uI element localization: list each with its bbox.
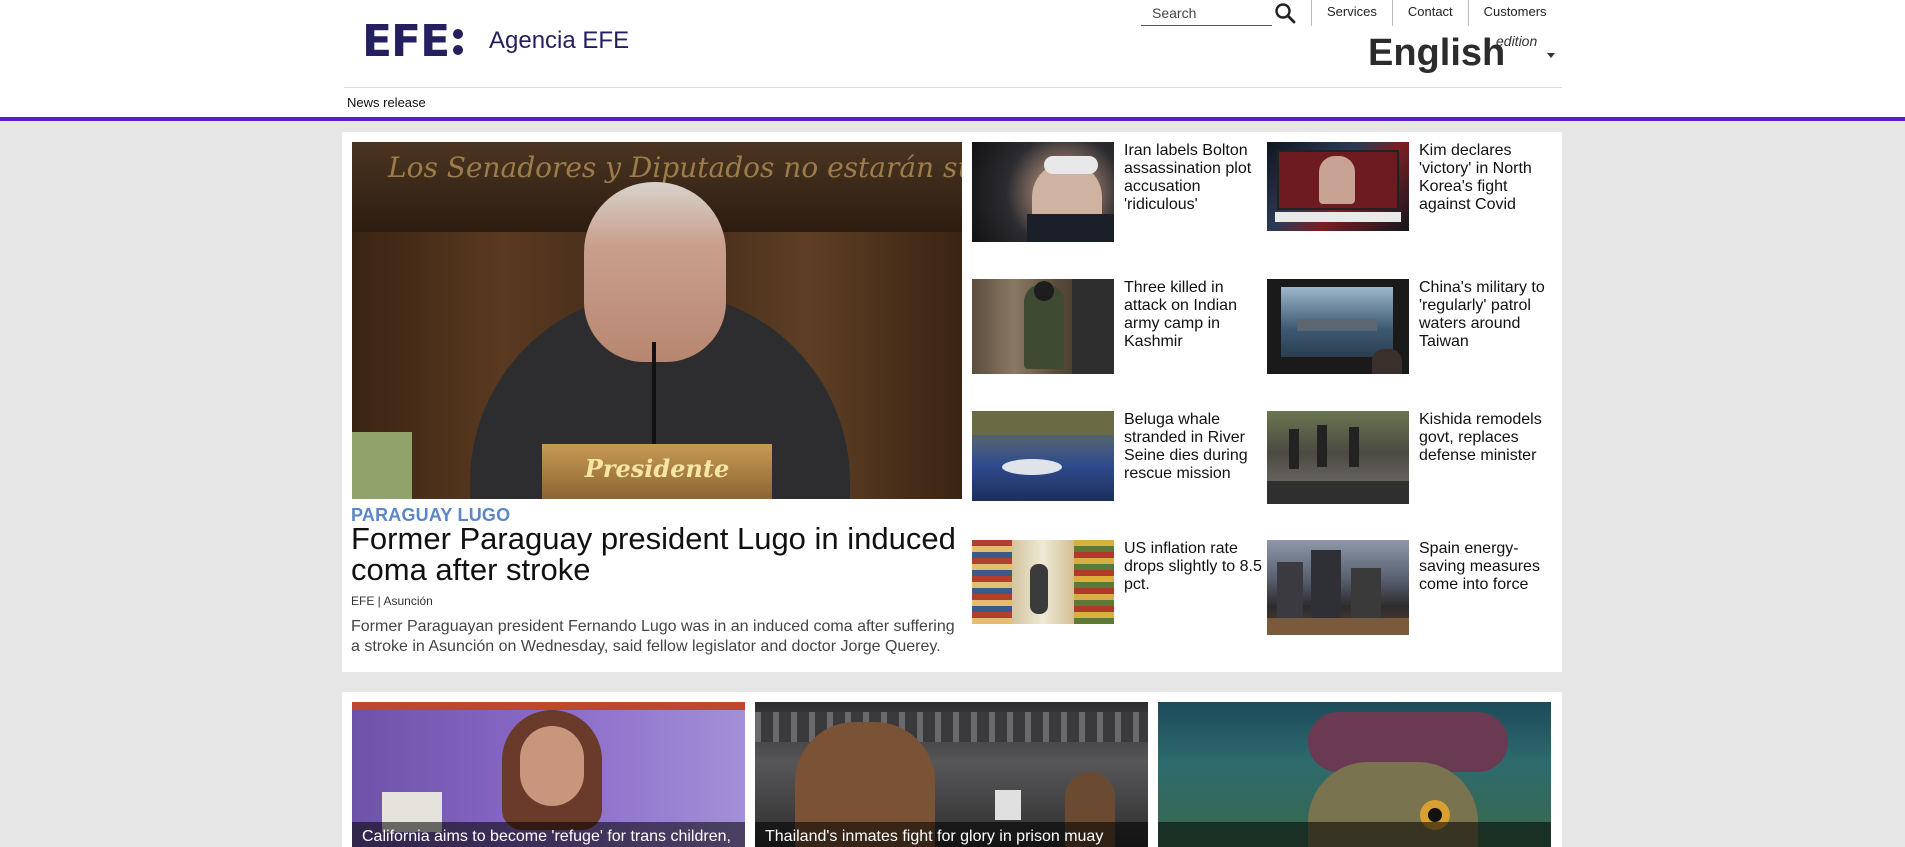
story-thumbnail[interactable] — [1267, 279, 1409, 374]
story-title[interactable]: Kim declares 'victory' in North Korea's … — [1419, 142, 1559, 214]
story-title[interactable]: Spain energy-saving measures come into f… — [1419, 540, 1559, 594]
story-item[interactable]: Three killed in attack on Indian army ca… — [972, 279, 1264, 374]
lead-headline[interactable]: Former Paraguay president Lugo in induce… — [351, 523, 961, 585]
story-thumbnail[interactable] — [1267, 540, 1409, 635]
story-item[interactable]: US inflation rate drops slightly to 8.5 … — [972, 540, 1264, 624]
image-banner-text: Los Senadores y Diputados no estarán suj… — [388, 151, 962, 184]
efe-logo[interactable]: EFE — [362, 16, 464, 67]
story-thumbnail[interactable] — [972, 411, 1114, 501]
story-thumbnail[interactable] — [1267, 142, 1409, 231]
logo-dots — [453, 29, 464, 55]
agency-name[interactable]: Agencia EFE — [489, 26, 629, 56]
story-title[interactable]: Beluga whale stranded in River Seine die… — [1124, 411, 1264, 483]
story-thumbnail[interactable] — [1267, 411, 1409, 504]
story-item[interactable]: Kishida remodels govt, replaces defense … — [1267, 411, 1559, 504]
story-item[interactable]: Kim declares 'victory' in North Korea's … — [1267, 142, 1559, 232]
header-divider — [344, 87, 1562, 88]
header-accent-line — [0, 117, 1905, 121]
image-plate-text: Presidente — [584, 454, 730, 483]
story-thumbnail[interactable] — [972, 142, 1114, 242]
story-title[interactable]: Three killed in attack on Indian army ca… — [1124, 279, 1264, 351]
story-thumbnail[interactable] — [972, 279, 1114, 374]
lead-byline: EFE | Asunción — [351, 594, 433, 608]
search-icon[interactable] — [1274, 2, 1296, 24]
story-item[interactable]: China's military to 'regularly' patrol w… — [1267, 279, 1559, 374]
lead-summary: Former Paraguayan president Fernando Lug… — [351, 618, 955, 655]
nav-contact[interactable]: Contact — [1391, 0, 1468, 26]
top-nav: Services Contact Customers — [1311, 0, 1562, 26]
video-card[interactable]: Thailand's inmates fight for glory in pr… — [755, 702, 1148, 847]
search-input[interactable] — [1141, 2, 1266, 24]
video-card[interactable] — [1158, 702, 1551, 847]
video-caption[interactable]: California aims to become 'refuge' for t… — [362, 828, 742, 846]
nav-services[interactable]: Services — [1311, 0, 1392, 26]
caret-down-icon[interactable] — [1547, 53, 1555, 58]
story-item[interactable]: Beluga whale stranded in River Seine die… — [972, 411, 1264, 501]
edition-label: edition — [1496, 33, 1538, 49]
logo-text: EFE — [362, 16, 450, 67]
edition-selector[interactable]: English — [1368, 32, 1505, 74]
nav-customers[interactable]: Customers — [1467, 0, 1562, 26]
story-item[interactable]: Iran labels Bolton assassination plot ac… — [972, 142, 1264, 242]
nav-news-release[interactable]: News release — [347, 95, 426, 110]
lead-story-image[interactable]: Los Senadores y Diputados no estarán suj… — [352, 142, 962, 499]
story-thumbnail[interactable] — [972, 540, 1114, 624]
story-title[interactable]: US inflation rate drops slightly to 8.5 … — [1124, 540, 1264, 594]
site-header — [0, 0, 1905, 118]
image-person-head — [584, 182, 726, 362]
video-caption[interactable]: Thailand's inmates fight for glory in pr… — [765, 828, 1145, 846]
story-title[interactable]: China's military to 'regularly' patrol w… — [1419, 279, 1559, 351]
story-title[interactable]: Iran labels Bolton assassination plot ac… — [1124, 142, 1264, 214]
search-box — [1141, 2, 1272, 26]
story-title[interactable]: Kishida remodels govt, replaces defense … — [1419, 411, 1559, 465]
video-card[interactable]: California aims to become 'refuge' for t… — [352, 702, 745, 847]
story-item[interactable]: Spain energy-saving measures come into f… — [1267, 540, 1559, 635]
